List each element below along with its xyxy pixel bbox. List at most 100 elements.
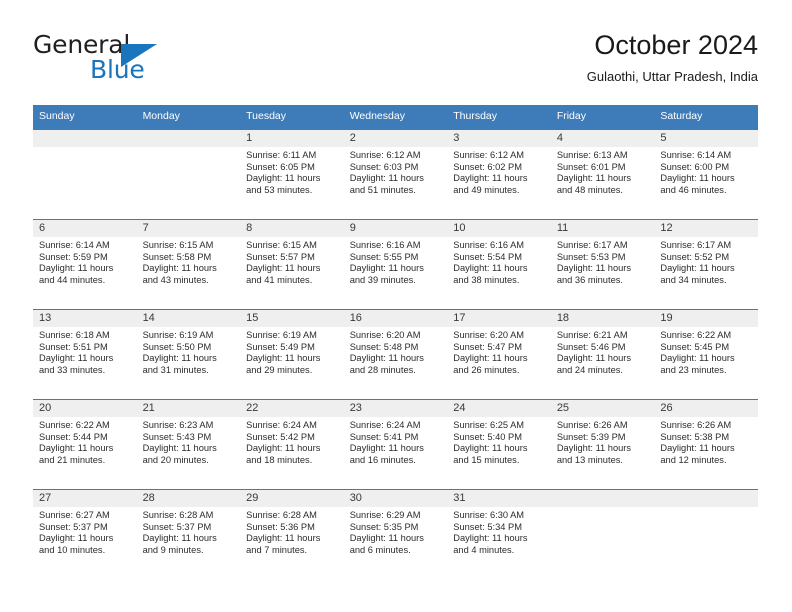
calendar-day-cell[interactable]: 12 Sunrise: 6:17 AM Sunset: 5:52 PM Dayligh…: [654, 219, 758, 310]
calendar-day-cell[interactable]: 25 Sunrise: 6:26 AM Sunset: 5:39 PM Dayligh…: [550, 399, 655, 490]
sunrise-text: Sunrise: 6:27 AM: [39, 510, 110, 520]
sunrise-text: Sunrise: 6:18 AM: [39, 330, 110, 340]
calendar-day-cell[interactable]: 20 Sunrise: 6:22 AM Sunset: 5:44 PM Dayligh…: [33, 399, 137, 490]
day-number: 11: [550, 220, 655, 237]
day-details: Sunrise: 6:26 AM Sunset: 5:38 PM Daylight:…: [654, 417, 758, 466]
weekday-header-row: Sunday Monday Tuesday Wednesday Thursday…: [33, 105, 758, 130]
calendar-day-cell[interactable]: 22 Sunrise: 6:24 AM Sunset: 5:42 PM Dayligh…: [240, 399, 344, 490]
sunset-text: Sunset: 5:51 PM: [39, 341, 108, 352]
general-blue-logo[interactable]: General Blue: [33, 30, 243, 92]
day-details: Sunrise: 6:19 AM Sunset: 5:49 PM Daylight:…: [240, 327, 344, 376]
sunset-text: Sunset: 5:57 PM: [246, 251, 315, 262]
day-details: Sunrise: 6:16 AM Sunset: 5:55 PM Daylight:…: [344, 237, 448, 286]
calendar-day-cell[interactable]: 8 Sunrise: 6:15 AM Sunset: 5:57 PM Daylight…: [240, 219, 344, 310]
calendar-day-cell[interactable]: 13 Sunrise: 6:18 AM Sunset: 5:51 PM Dayligh…: [33, 309, 137, 400]
day-details: [33, 147, 137, 150]
daylight-text-line2: and 13 minutes.: [556, 454, 623, 465]
day-details: Sunrise: 6:14 AM Sunset: 6:00 PM Daylight:…: [654, 147, 758, 196]
calendar-day-cell[interactable]: 9 Sunrise: 6:16 AM Sunset: 5:55 PM Daylight…: [343, 219, 448, 310]
calendar-day-cell[interactable]: 19 Sunrise: 6:22 AM Sunset: 5:45 PM Dayligh…: [654, 309, 758, 400]
sunrise-text: Sunrise: 6:17 AM: [556, 240, 628, 250]
daylight-text-line1: Daylight: 11 hours: [660, 173, 735, 184]
weekday-header-monday: Monday: [136, 105, 241, 130]
weekday-header-saturday: Saturday: [654, 105, 758, 130]
daylight-text-line1: Daylight: 11 hours: [453, 353, 528, 364]
day-details: Sunrise: 6:15 AM Sunset: 5:58 PM Daylight:…: [137, 237, 241, 286]
calendar-day-cell[interactable]: 4 Sunrise: 6:13 AM Sunset: 6:01 PM Daylight…: [550, 129, 655, 220]
calendar-day-cell[interactable]: 10 Sunrise: 6:16 AM Sunset: 5:54 PM Dayligh…: [447, 219, 551, 310]
calendar-day-cell[interactable]: 29 Sunrise: 6:28 AM Sunset: 5:36 PM Dayligh…: [240, 489, 344, 579]
calendar-day-cell[interactable]: 3 Sunrise: 6:12 AM Sunset: 6:02 PM Daylight…: [447, 129, 551, 220]
sunrise-text: Sunrise: 6:25 AM: [453, 420, 525, 430]
daylight-text-line2: and 7 minutes.: [246, 544, 308, 555]
calendar-day-cell[interactable]: 5 Sunrise: 6:14 AM Sunset: 6:00 PM Daylight…: [654, 129, 758, 220]
calendar-day-cell[interactable]: [33, 129, 137, 220]
daylight-text-line1: Daylight: 11 hours: [660, 263, 735, 274]
calendar-day-cell[interactable]: 2 Sunrise: 6:12 AM Sunset: 6:03 PM Daylight…: [343, 129, 448, 220]
calendar-week-row: 27 Sunrise: 6:27 AM Sunset: 5:37 PM Dayligh…: [33, 489, 758, 579]
calendar-day-cell[interactable]: 31 Sunrise: 6:30 AM Sunset: 5:34 PM Dayligh…: [447, 489, 551, 579]
calendar-day-cell[interactable]: 26 Sunrise: 6:26 AM Sunset: 5:38 PM Dayligh…: [654, 399, 758, 490]
calendar-day-cell[interactable]: 6 Sunrise: 6:14 AM Sunset: 5:59 PM Daylight…: [33, 219, 137, 310]
calendar-day-cell[interactable]: 27 Sunrise: 6:27 AM Sunset: 5:37 PM Dayligh…: [33, 489, 137, 579]
sunset-text: Sunset: 5:50 PM: [142, 341, 212, 352]
daylight-text-line2: and 43 minutes.: [142, 274, 209, 285]
daylight-text-line2: and 21 minutes.: [39, 454, 106, 465]
sunrise-text: Sunrise: 6:24 AM: [246, 420, 317, 430]
daylight-text-line1: Daylight: 11 hours: [39, 533, 114, 544]
day-details: Sunrise: 6:12 AM Sunset: 6:02 PM Daylight:…: [447, 147, 551, 196]
day-number: 5: [654, 130, 758, 147]
sunrise-text: Sunrise: 6:22 AM: [660, 330, 732, 340]
sunset-text: Sunset: 5:46 PM: [556, 341, 626, 352]
daylight-text-line2: and 33 minutes.: [39, 364, 106, 375]
day-number: 18: [550, 310, 655, 327]
sunset-text: Sunset: 5:40 PM: [453, 431, 522, 442]
day-number: 25: [550, 400, 655, 417]
sunset-text: Sunset: 5:37 PM: [39, 521, 108, 532]
calendar-day-cell[interactable]: [136, 129, 241, 220]
calendar-day-cell[interactable]: 11 Sunrise: 6:17 AM Sunset: 5:53 PM Dayligh…: [550, 219, 655, 310]
day-number: [654, 490, 758, 507]
daylight-text-line1: Daylight: 11 hours: [39, 353, 114, 364]
calendar-day-cell[interactable]: 16 Sunrise: 6:20 AM Sunset: 5:48 PM Dayligh…: [343, 309, 448, 400]
day-number: 13: [33, 310, 137, 327]
day-number: 23: [343, 400, 448, 417]
calendar-day-cell[interactable]: [654, 489, 758, 579]
day-details: Sunrise: 6:17 AM Sunset: 5:53 PM Daylight:…: [551, 237, 655, 286]
sunrise-text: Sunrise: 6:26 AM: [556, 420, 628, 430]
day-number: 3: [447, 130, 551, 147]
sunrise-text: Sunrise: 6:21 AM: [556, 330, 628, 340]
daylight-text-line1: Daylight: 11 hours: [556, 173, 632, 184]
daylight-text-line1: Daylight: 11 hours: [349, 263, 424, 274]
sunrise-text: Sunrise: 6:15 AM: [142, 240, 214, 250]
calendar-day-cell[interactable]: 21 Sunrise: 6:23 AM Sunset: 5:43 PM Dayligh…: [136, 399, 241, 490]
sunrise-text: Sunrise: 6:15 AM: [246, 240, 317, 250]
day-number: 17: [447, 310, 551, 327]
calendar-day-cell[interactable]: 24 Sunrise: 6:25 AM Sunset: 5:40 PM Dayligh…: [447, 399, 551, 490]
calendar-day-cell[interactable]: 17 Sunrise: 6:20 AM Sunset: 5:47 PM Dayligh…: [447, 309, 551, 400]
daylight-text-line1: Daylight: 11 hours: [349, 353, 424, 364]
calendar-day-cell[interactable]: 30 Sunrise: 6:29 AM Sunset: 5:35 PM Dayligh…: [343, 489, 448, 579]
calendar-day-cell[interactable]: 14 Sunrise: 6:19 AM Sunset: 5:50 PM Dayligh…: [136, 309, 241, 400]
sunset-text: Sunset: 5:37 PM: [142, 521, 212, 532]
day-details: Sunrise: 6:22 AM Sunset: 5:45 PM Daylight:…: [654, 327, 758, 376]
calendar-day-cell[interactable]: 1 Sunrise: 6:11 AM Sunset: 6:05 PM Daylight…: [240, 129, 344, 220]
calendar-day-cell[interactable]: 15 Sunrise: 6:19 AM Sunset: 5:49 PM Dayligh…: [240, 309, 344, 400]
daylight-text-line2: and 34 minutes.: [660, 274, 727, 285]
calendar-day-cell[interactable]: [550, 489, 655, 579]
calendar-day-cell[interactable]: 23 Sunrise: 6:24 AM Sunset: 5:41 PM Dayligh…: [343, 399, 448, 490]
calendar-day-cell[interactable]: 7 Sunrise: 6:15 AM Sunset: 5:58 PM Daylight…: [136, 219, 241, 310]
day-details: Sunrise: 6:25 AM Sunset: 5:40 PM Daylight:…: [447, 417, 551, 466]
sunset-text: Sunset: 5:48 PM: [349, 341, 419, 352]
calendar-day-cell[interactable]: 18 Sunrise: 6:21 AM Sunset: 5:46 PM Dayligh…: [550, 309, 655, 400]
day-number: 8: [240, 220, 344, 237]
day-details: Sunrise: 6:14 AM Sunset: 5:59 PM Daylight:…: [33, 237, 137, 286]
sunrise-text: Sunrise: 6:24 AM: [349, 420, 421, 430]
sunset-text: Sunset: 5:44 PM: [39, 431, 108, 442]
sunset-text: Sunset: 5:41 PM: [349, 431, 419, 442]
day-number: 31: [447, 490, 551, 507]
daylight-text-line2: and 24 minutes.: [556, 364, 623, 375]
calendar-day-cell[interactable]: 28 Sunrise: 6:28 AM Sunset: 5:37 PM Dayligh…: [136, 489, 241, 579]
sunset-text: Sunset: 5:55 PM: [349, 251, 419, 262]
sunrise-text: Sunrise: 6:29 AM: [349, 510, 421, 520]
